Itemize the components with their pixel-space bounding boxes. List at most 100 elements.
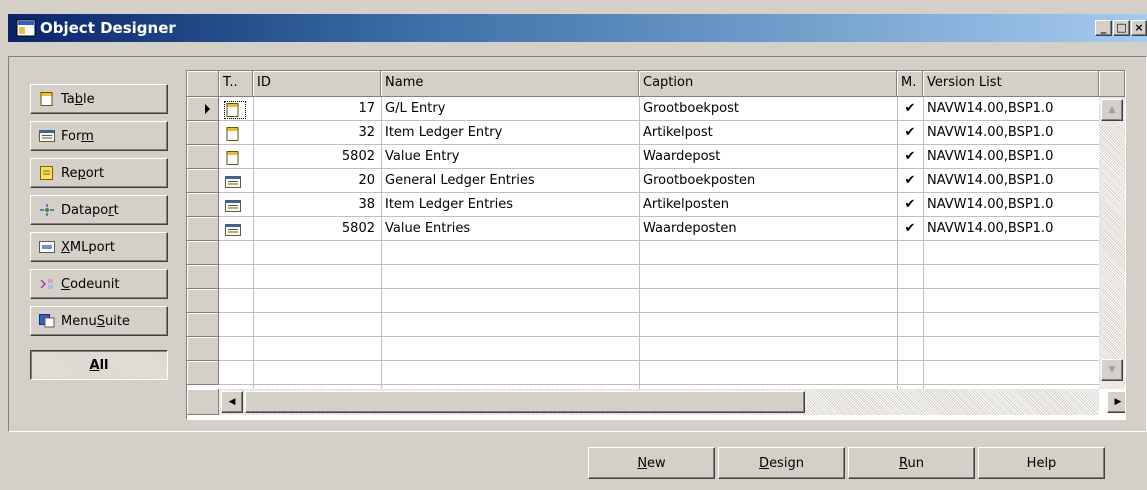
run-button[interactable]: Run <box>848 447 975 479</box>
new-button[interactable]: New <box>588 447 715 479</box>
row-divider <box>219 264 1099 265</box>
minimize-button[interactable]: _ <box>1095 20 1112 36</box>
cell-name[interactable]: Value Entries <box>385 217 635 241</box>
cell-version[interactable]: NAVW14.00,BSP1.0 <box>927 169 1097 193</box>
form-icon <box>39 129 55 143</box>
cell-id[interactable]: 5802 <box>253 217 375 241</box>
maximize-button[interactable]: □ <box>1113 20 1130 36</box>
row-selector[interactable] <box>187 313 219 337</box>
cell-caption[interactable]: Waardeposten <box>643 217 893 241</box>
type-button-xmlport[interactable]: XMLport <box>30 232 168 262</box>
close-icon: × <box>1134 21 1144 34</box>
col-header-modified[interactable]: M. <box>897 71 923 97</box>
cell-id[interactable]: 5802 <box>253 145 375 169</box>
cell-id[interactable]: 38 <box>253 193 375 217</box>
row-divider <box>219 312 1099 313</box>
type-button-label: Table <box>61 91 95 107</box>
grid-footer-corner <box>187 389 219 415</box>
cell-modified[interactable]: ✔ <box>897 121 923 145</box>
col-header-type[interactable]: T.. <box>219 71 253 97</box>
table-icon <box>39 92 55 106</box>
type-button-report[interactable]: Report <box>30 158 168 188</box>
type-button-dataport[interactable]: Dataport <box>30 195 168 225</box>
cell-caption[interactable]: Waardepost <box>643 145 893 169</box>
type-button-label: Dataport <box>61 202 119 218</box>
table-icon <box>225 126 245 142</box>
col-header-name[interactable]: Name <box>381 71 639 97</box>
type-button-table[interactable]: Table <box>30 84 168 114</box>
row-selector[interactable] <box>187 193 219 217</box>
close-button[interactable]: × <box>1131 20 1147 36</box>
window-title: Object Designer <box>40 19 176 37</box>
cell-name[interactable]: Item Ledger Entries <box>385 193 635 217</box>
type-button-label: Codeunit <box>61 276 120 292</box>
cell-modified[interactable]: ✔ <box>897 97 923 121</box>
type-button-label: All <box>89 357 109 373</box>
form-icon <box>225 222 245 238</box>
cell-modified[interactable]: ✔ <box>897 145 923 169</box>
button-label: Help <box>1026 455 1057 471</box>
codeunit-icon <box>39 277 55 291</box>
scroll-right-button[interactable]: ▶ <box>1107 391 1125 413</box>
button-label: Run <box>899 455 924 471</box>
row-selector[interactable] <box>187 337 219 361</box>
cell-name[interactable]: General Ledger Entries <box>385 169 635 193</box>
cell-caption[interactable]: Grootboekposten <box>643 169 893 193</box>
cell-name[interactable]: G/L Entry <box>385 97 635 121</box>
type-button-label: Report <box>61 165 105 181</box>
help-button[interactable]: Help <box>978 447 1105 479</box>
cell-caption[interactable]: Artikelposten <box>643 193 893 217</box>
type-button-label: XMLport <box>61 239 116 255</box>
horizontal-scrollbar[interactable]: ◀ ▶ <box>219 389 1125 415</box>
col-header-id[interactable]: ID <box>253 71 381 97</box>
form-icon <box>225 174 245 190</box>
cell-id[interactable]: 20 <box>253 169 375 193</box>
scroll-up-button[interactable]: ▲ <box>1101 99 1123 121</box>
type-button-label: Form <box>61 128 94 144</box>
title-bar[interactable]: Object Designer <box>8 14 1147 42</box>
type-button-label: MenuSuite <box>61 313 130 329</box>
cell-modified[interactable]: ✔ <box>897 169 923 193</box>
col-header-version[interactable]: Version List <box>923 71 1099 97</box>
row-selector[interactable] <box>187 145 219 169</box>
row-selector[interactable] <box>187 265 219 289</box>
cell-id[interactable]: 17 <box>253 97 375 121</box>
cell-version[interactable]: NAVW14.00,BSP1.0 <box>927 97 1097 121</box>
objects-grid[interactable]: T.. ID Name Caption M. Version List 17 G/… <box>186 70 1126 420</box>
row-selector[interactable] <box>187 121 219 145</box>
cell-name[interactable]: Value Entry <box>385 145 635 169</box>
scroll-down-button[interactable]: ▼ <box>1101 359 1123 381</box>
cell-modified[interactable]: ✔ <box>897 193 923 217</box>
cell-modified[interactable]: ✔ <box>897 217 923 241</box>
type-button-all[interactable]: All <box>30 350 168 380</box>
vertical-scrollbar[interactable]: ▲ ▼ <box>1099 97 1125 389</box>
col-header-caption[interactable]: Caption <box>639 71 897 97</box>
cell-name[interactable]: Item Ledger Entry <box>385 121 635 145</box>
design-button[interactable]: Design <box>718 447 845 479</box>
cell-caption[interactable]: Artikelpost <box>643 121 893 145</box>
cell-caption[interactable]: Grootboekpost <box>643 97 893 121</box>
cell-version[interactable]: NAVW14.00,BSP1.0 <box>927 193 1097 217</box>
xmlport-icon <box>39 240 55 254</box>
row-selector[interactable] <box>187 169 219 193</box>
type-button-menusuite[interactable]: MenuSuite <box>30 306 168 336</box>
dataport-icon <box>39 203 55 217</box>
cell-version[interactable]: NAVW14.00,BSP1.0 <box>927 121 1097 145</box>
button-label: Design <box>759 455 804 471</box>
row-selector[interactable] <box>187 217 219 241</box>
cell-version[interactable]: NAVW14.00,BSP1.0 <box>927 217 1097 241</box>
form-icon <box>225 198 245 214</box>
row-selector[interactable] <box>187 289 219 313</box>
type-button-codeunit[interactable]: Codeunit <box>30 269 168 299</box>
row-selector[interactable] <box>187 361 219 385</box>
horizontal-scroll-thumb[interactable] <box>245 391 805 413</box>
type-button-form[interactable]: Form <box>30 121 168 151</box>
scroll-left-button[interactable]: ◀ <box>221 391 243 413</box>
current-row-indicator[interactable] <box>187 97 219 121</box>
cell-version[interactable]: NAVW14.00,BSP1.0 <box>927 145 1097 169</box>
cell-id[interactable]: 32 <box>253 121 375 145</box>
row-divider <box>219 336 1099 337</box>
row-selector[interactable] <box>187 241 219 265</box>
maximize-icon: □ <box>1116 21 1127 34</box>
row-divider <box>219 384 1099 385</box>
